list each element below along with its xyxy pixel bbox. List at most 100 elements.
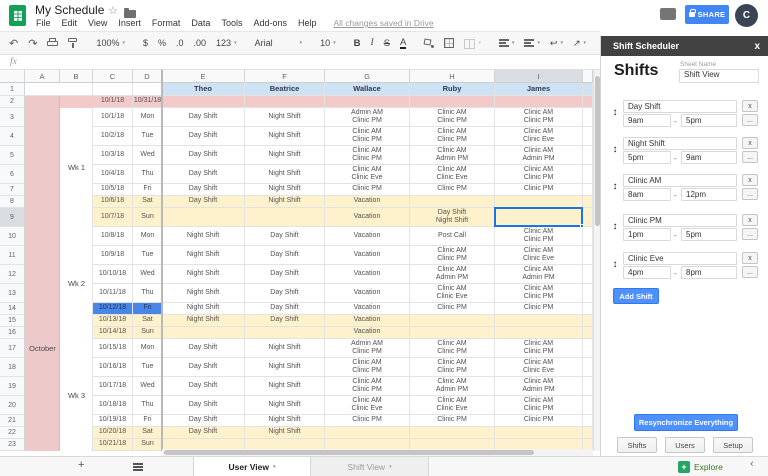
cell-i5[interactable]: Clinic AM Admin PM <box>495 146 583 165</box>
cell-c10[interactable]: 10/8/18 <box>93 227 133 246</box>
cell-d6[interactable]: Thu <box>133 165 162 184</box>
cell-g1[interactable]: Wallace <box>325 83 410 96</box>
menu-item-file[interactable]: File <box>36 18 51 28</box>
cell-j8[interactable] <box>583 196 593 208</box>
cell-c8[interactable]: 10/6/18 <box>93 196 133 208</box>
cell-i19[interactable]: Clinic AM Admin PM <box>495 377 583 396</box>
cell-f16[interactable] <box>245 327 325 339</box>
cell-d18[interactable]: Tue <box>133 358 162 377</box>
shift-options-button[interactable]: ... <box>742 114 758 126</box>
row-header-22[interactable]: 22 <box>0 427 25 439</box>
menu-item-addons[interactable]: Add-ons <box>253 18 287 28</box>
column-header-f[interactable]: F <box>245 70 325 83</box>
cell-i10[interactable]: Clinic AM Clinic PM <box>495 227 583 246</box>
sheet-tab-user-view[interactable]: User View▾ <box>193 457 311 476</box>
cell-e21[interactable]: Day Shift <box>162 415 245 427</box>
row-header-19[interactable]: 19 <box>0 377 25 396</box>
cell-d4[interactable]: Tue <box>133 127 162 146</box>
add-sheet-button[interactable]: + <box>78 459 84 471</box>
cell-e4[interactable]: Day Shift <box>162 127 245 146</box>
cell-c11[interactable]: 10/9/18 <box>93 246 133 265</box>
cell-e3[interactable]: Day Shift <box>162 108 245 127</box>
fill-handle[interactable] <box>580 224 584 228</box>
cell-g17[interactable]: Admin AM Clinic PM <box>325 339 410 358</box>
cell-d10[interactable]: Mon <box>133 227 162 246</box>
comments-icon[interactable] <box>660 8 676 20</box>
column-header-a[interactable]: A <box>25 70 60 83</box>
frozen-pane-divider[interactable] <box>161 70 163 451</box>
shift-start-input[interactable]: 9am <box>623 114 671 127</box>
row-header-17[interactable]: 17 <box>0 339 25 358</box>
cell-d19[interactable]: Wed <box>133 377 162 396</box>
save-status[interactable]: All changes saved in Drive <box>334 18 434 28</box>
cell-f2[interactable] <box>245 96 325 108</box>
column-header-e[interactable]: E <box>162 70 245 83</box>
row-header-13[interactable]: 13 <box>0 284 25 303</box>
cell-c14[interactable]: 10/12/18 <box>93 303 133 315</box>
cell-e17[interactable]: Day Shift <box>162 339 245 358</box>
cell-h5[interactable]: Clinic AM Admin PM <box>410 146 495 165</box>
cell-f14[interactable]: Day Shift <box>245 303 325 315</box>
cell-d13[interactable]: Thu <box>133 284 162 303</box>
cell-i14[interactable]: Clinic PM <box>495 303 583 315</box>
cell-d23[interactable]: Sun <box>133 439 162 451</box>
cell-h4[interactable]: Clinic AM Clinic PM <box>410 127 495 146</box>
cell-g6[interactable]: Clinic AM Clinic Eve <box>325 165 410 184</box>
cell-h9[interactable]: Day Shift Night Shift <box>410 208 495 227</box>
cell-i18[interactable]: Clinic AM Clinic Eve <box>495 358 583 377</box>
increase-decimals-button[interactable]: .00 <box>191 36 210 50</box>
shift-start-input[interactable]: 4pm <box>623 266 671 279</box>
cell-g2[interactable] <box>325 96 410 108</box>
cell-g21[interactable]: Clinic PM <box>325 415 410 427</box>
horizontal-scrollbar[interactable] <box>162 449 593 456</box>
cell-c13[interactable]: 10/11/18 <box>93 284 133 303</box>
decrease-decimals-button[interactable]: .0 <box>173 36 187 50</box>
cell-f11[interactable]: Day Shift <box>245 246 325 265</box>
cell-i21[interactable]: Clinic PM <box>495 415 583 427</box>
cell-d11[interactable]: Tue <box>133 246 162 265</box>
cell-j9[interactable] <box>583 208 593 227</box>
cell-f10[interactable]: Day Shift <box>245 227 325 246</box>
add-shift-button[interactable]: Add Shift <box>613 288 659 304</box>
row-header-15[interactable]: 15 <box>0 315 25 327</box>
cell-j2[interactable] <box>583 96 593 108</box>
row-header-14[interactable]: 14 <box>0 303 25 315</box>
cell-h22[interactable] <box>410 427 495 439</box>
cell-h14[interactable]: Clinic PM <box>410 303 495 315</box>
number-format-button[interactable]: 123▾ <box>213 36 240 50</box>
cell-e11[interactable]: Night Shift <box>162 246 245 265</box>
cell-d12[interactable]: Wed <box>133 265 162 284</box>
cell-i17[interactable]: Clinic AM Clinic PM <box>495 339 583 358</box>
cell-g9[interactable]: Vacation <box>325 208 410 227</box>
cell-j5[interactable] <box>583 146 593 165</box>
cell-c12[interactable]: 10/10/18 <box>93 265 133 284</box>
cell-j21[interactable] <box>583 415 593 427</box>
cell-f6[interactable]: Night Shift <box>245 165 325 184</box>
cell-e6[interactable]: Day Shift <box>162 165 245 184</box>
cell-c21[interactable]: 10/19/18 <box>93 415 133 427</box>
row-header-10[interactable]: 10 <box>0 227 25 246</box>
cell-i22[interactable] <box>495 427 583 439</box>
row-header-7[interactable]: 7 <box>0 184 25 196</box>
cell-j13[interactable] <box>583 284 593 303</box>
shift-name-input[interactable]: Day Shift <box>623 100 737 113</box>
font-size-button[interactable]: 10▾ <box>317 36 339 50</box>
cell-e22[interactable]: Day Shift <box>162 427 245 439</box>
cell-c7[interactable]: 10/5/18 <box>93 184 133 196</box>
cell-j18[interactable] <box>583 358 593 377</box>
cell-e10[interactable]: Night Shift <box>162 227 245 246</box>
cell-c18[interactable]: 10/16/18 <box>93 358 133 377</box>
remove-shift-button[interactable]: x <box>742 252 758 264</box>
text-rotate-icon[interactable]: ↗▾ <box>570 36 589 51</box>
cell-d8[interactable]: Sat <box>133 196 162 208</box>
shift-end-input[interactable]: 12pm <box>681 188 737 201</box>
cell-e7[interactable]: Day Shift <box>162 184 245 196</box>
cell-h11[interactable]: Clinic AM Clinic PM <box>410 246 495 265</box>
cell-g7[interactable]: Clinic PM <box>325 184 410 196</box>
menu-item-help[interactable]: Help <box>298 18 317 28</box>
row-header-8[interactable]: 8 <box>0 196 25 208</box>
row-header-16[interactable]: 16 <box>0 327 25 339</box>
cell-e12[interactable]: Night Shift <box>162 265 245 284</box>
remove-shift-button[interactable]: x <box>742 174 758 186</box>
sheets-logo-icon[interactable] <box>9 5 26 26</box>
